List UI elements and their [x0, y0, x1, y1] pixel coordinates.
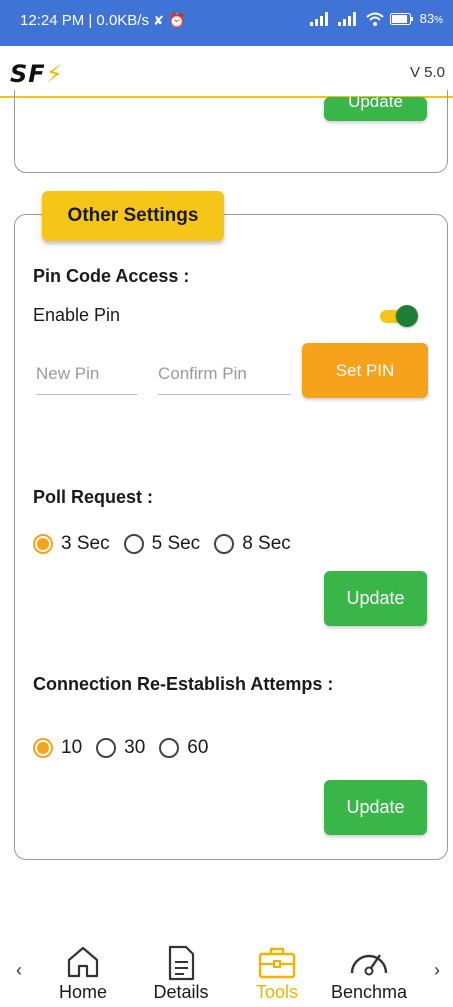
poll-request-heading: Poll Request :	[33, 487, 154, 507]
poll-update-button[interactable]: Update	[324, 571, 427, 626]
document-icon	[168, 945, 195, 981]
speedometer-icon	[350, 954, 388, 976]
radio-selected-icon	[33, 738, 53, 758]
app-version: V 5.0	[409, 64, 445, 81]
poll-option-3-sec[interactable]: 3 Sec	[33, 533, 110, 555]
battery-percent-suffix: %	[434, 15, 443, 26]
radio-icon	[159, 738, 180, 758]
nav-next-chevron-icon[interactable]: ›	[434, 960, 440, 981]
mute-icon: ✘	[153, 13, 165, 28]
set-pin-button[interactable]: Set PIN	[302, 343, 428, 398]
reconnect-options: 10 30 60	[33, 737, 222, 759]
reconnect-update-button[interactable]: Update	[324, 780, 427, 835]
reconnect-option-30[interactable]: 30	[96, 737, 145, 759]
poll-request-options: 3 Sec 5 Sec 8 Sec	[33, 533, 305, 555]
pin-code-heading: Pin Code Access :	[33, 266, 190, 286]
radio-icon	[123, 534, 144, 554]
poll-option-5-sec[interactable]: 5 Sec	[123, 533, 200, 555]
toggle-thumb	[396, 305, 418, 327]
wifi-icon	[365, 12, 384, 26]
update-button-top[interactable]: Update	[324, 97, 427, 121]
radio-icon	[214, 534, 235, 554]
nav-prev-chevron-icon[interactable]: ‹	[16, 960, 22, 981]
nav-tools[interactable]: Tools	[232, 920, 322, 1007]
home-icon	[67, 946, 99, 978]
radio-icon	[96, 738, 117, 758]
bolt-icon: ⚡	[45, 60, 64, 88]
nav-home[interactable]: Home	[38, 920, 128, 1007]
battery-percent: 83	[419, 11, 435, 26]
bottom-nav: Home Details Tools Benchma	[0, 920, 453, 1007]
alarm-icon: ⏰	[168, 12, 186, 28]
confirm-pin-field[interactable]	[158, 364, 291, 395]
enable-pin-toggle[interactable]	[380, 305, 418, 327]
status-indicators: 83%	[309, 11, 443, 26]
status-bar: 12:24 PM | 0.0KB/s ✘ ⏰ 83%	[0, 0, 453, 46]
new-pin-input[interactable]	[36, 364, 137, 384]
signal-icon	[309, 11, 328, 26]
confirm-pin-input[interactable]	[158, 364, 291, 384]
status-time-speed: 12:24 PM | 0.0KB/s ✘ ⏰	[20, 12, 186, 29]
reconnect-option-60[interactable]: 60	[159, 737, 208, 759]
reconnect-option-10[interactable]: 10	[33, 737, 82, 759]
new-pin-field[interactable]	[36, 364, 137, 395]
radio-selected-icon	[33, 534, 53, 554]
other-settings-title: Other Settings	[42, 191, 224, 241]
reconnect-heading: Connection Re-Establish Attemps :	[33, 674, 334, 694]
nav-benchmark[interactable]: Benchma	[324, 920, 414, 1007]
signal-icon-2	[337, 11, 356, 26]
app-logo: SF⚡	[10, 60, 64, 88]
poll-option-8-sec[interactable]: 8 Sec	[214, 533, 291, 555]
enable-pin-label: Enable Pin	[33, 305, 121, 325]
toolbox-icon	[258, 947, 296, 979]
nav-details[interactable]: Details	[136, 920, 226, 1007]
battery-icon	[389, 12, 413, 25]
